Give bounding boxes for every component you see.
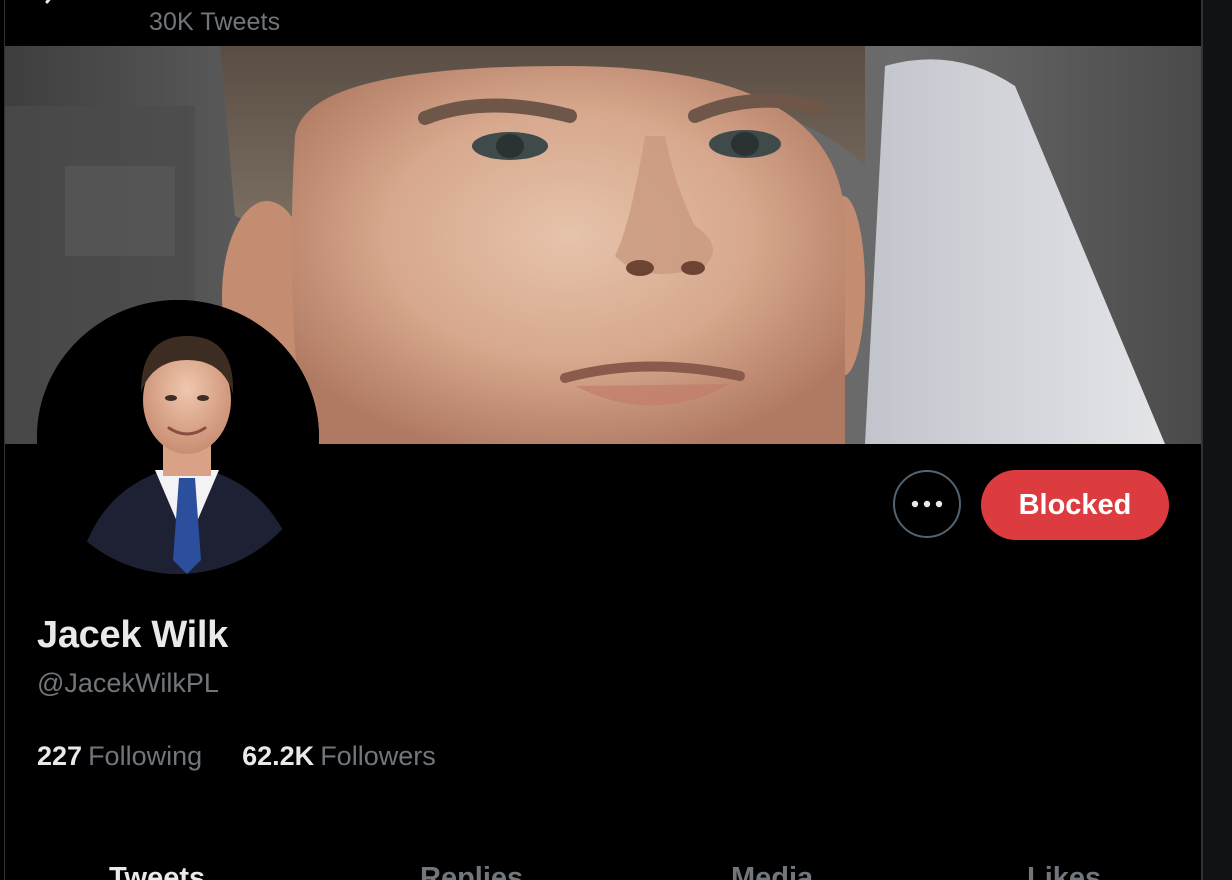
right-gutter	[1203, 0, 1232, 880]
profile-stats: 227 Following 62.2K Followers	[37, 741, 436, 772]
display-name: Jacek Wilk	[37, 614, 229, 656]
tab-tweets[interactable]: Tweets	[109, 862, 205, 880]
profile-page: 30K Tweets Blocked Jacek Wilk @JacekWilk…	[0, 0, 1232, 880]
following-count: 227	[37, 741, 83, 771]
followers-link[interactable]: 62.2K Followers	[242, 741, 436, 772]
tab-replies[interactable]: Replies	[420, 862, 523, 880]
avatar[interactable]	[37, 300, 319, 574]
avatar-image	[37, 300, 319, 574]
profile-tabs: Tweets Replies Media Likes	[5, 862, 1201, 880]
followers-label: Followers	[320, 741, 436, 771]
tab-likes[interactable]: Likes	[1027, 862, 1101, 880]
more-horizontal-icon	[911, 500, 943, 508]
followers-count: 62.2K	[242, 741, 315, 771]
tweet-count: 30K Tweets	[149, 8, 281, 36]
more-options-button[interactable]	[893, 470, 961, 538]
blocked-button[interactable]: Blocked	[981, 470, 1169, 540]
following-link[interactable]: 227 Following	[37, 741, 202, 772]
profile-handle: @JacekWilkPL	[37, 668, 219, 698]
tab-media[interactable]: Media	[731, 862, 813, 880]
back-arrow-icon	[45, 0, 51, 4]
back-button[interactable]	[31, 0, 71, 20]
profile-header: 30K Tweets	[5, 0, 1201, 46]
following-label: Following	[88, 741, 203, 771]
